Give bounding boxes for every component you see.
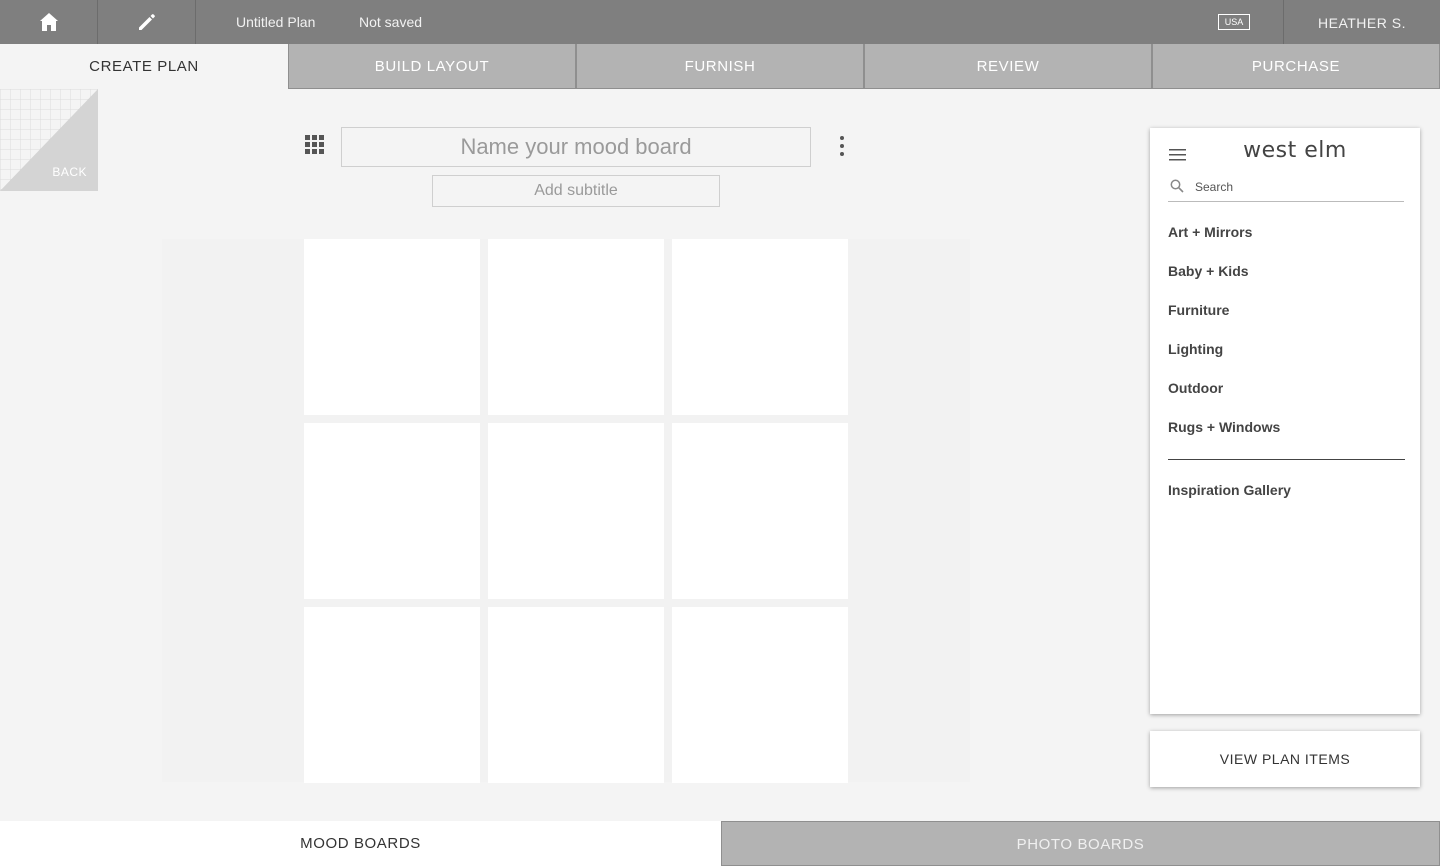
tab-furnish[interactable]: FURNISH: [576, 44, 864, 89]
back-label: BACK: [52, 165, 87, 179]
search-icon: [1170, 179, 1184, 193]
category-outdoor[interactable]: Outdoor: [1168, 380, 1223, 396]
tab-purchase[interactable]: PURCHASE: [1152, 44, 1440, 89]
tab-photo-boards[interactable]: PHOTO BOARDS: [721, 821, 1440, 866]
catalog-panel: west elm Art + Mirrors Baby + Kids Furni…: [1150, 128, 1420, 714]
tab-mood-boards[interactable]: MOOD BOARDS: [0, 821, 721, 866]
mood-board-tile[interactable]: [672, 607, 848, 783]
brand-logo: west elm: [1243, 138, 1347, 163]
grid-view-button[interactable]: [305, 135, 325, 155]
mood-board-tile[interactable]: [488, 239, 664, 415]
inspiration-gallery-link[interactable]: Inspiration Gallery: [1168, 482, 1291, 498]
tab-review[interactable]: REVIEW: [864, 44, 1152, 89]
mood-board-tile[interactable]: [304, 423, 480, 599]
save-status: Not saved: [359, 14, 423, 30]
home-icon: [39, 13, 58, 31]
mood-board-tile[interactable]: [672, 239, 848, 415]
home-button[interactable]: [0, 0, 98, 44]
more-options-icon[interactable]: [834, 134, 850, 158]
pencil-icon: [138, 14, 155, 30]
view-plan-items-button[interactable]: VIEW PLAN ITEMS: [1150, 731, 1420, 787]
category-lighting[interactable]: Lighting: [1168, 341, 1223, 357]
search-input[interactable]: [1195, 178, 1395, 196]
step-tabs: CREATE PLAN BUILD LAYOUT FURNISH REVIEW …: [0, 44, 1440, 89]
category-furniture[interactable]: Furniture: [1168, 302, 1229, 318]
mood-board-tile[interactable]: [488, 607, 664, 783]
mood-board-tile[interactable]: [304, 607, 480, 783]
region-badge[interactable]: USA: [1218, 14, 1250, 30]
category-art-mirrors[interactable]: Art + Mirrors: [1168, 224, 1252, 240]
mood-board-tile[interactable]: [672, 423, 848, 599]
tab-create-plan[interactable]: CREATE PLAN: [0, 44, 288, 89]
mood-board-name-input[interactable]: [341, 127, 811, 167]
catalog-search: [1168, 176, 1404, 202]
edit-plan-button[interactable]: [98, 0, 196, 44]
category-baby-kids[interactable]: Baby + Kids: [1168, 263, 1249, 279]
back-button[interactable]: BACK: [0, 89, 98, 191]
mood-board-tile[interactable]: [304, 239, 480, 415]
plan-title[interactable]: Untitled Plan: [236, 0, 315, 44]
grid-icon: [305, 135, 324, 154]
hamburger-menu-icon[interactable]: [1169, 148, 1186, 161]
top-bar: Untitled Plan Not saved USA HEATHER S.: [0, 0, 1440, 44]
mood-board-tile[interactable]: [488, 423, 664, 599]
mood-board-subtitle-input[interactable]: [432, 175, 720, 207]
divider: [1168, 459, 1405, 460]
user-menu[interactable]: HEATHER S.: [1283, 0, 1440, 44]
category-rugs-windows[interactable]: Rugs + Windows: [1168, 419, 1280, 435]
tab-build-layout[interactable]: BUILD LAYOUT: [288, 44, 576, 89]
